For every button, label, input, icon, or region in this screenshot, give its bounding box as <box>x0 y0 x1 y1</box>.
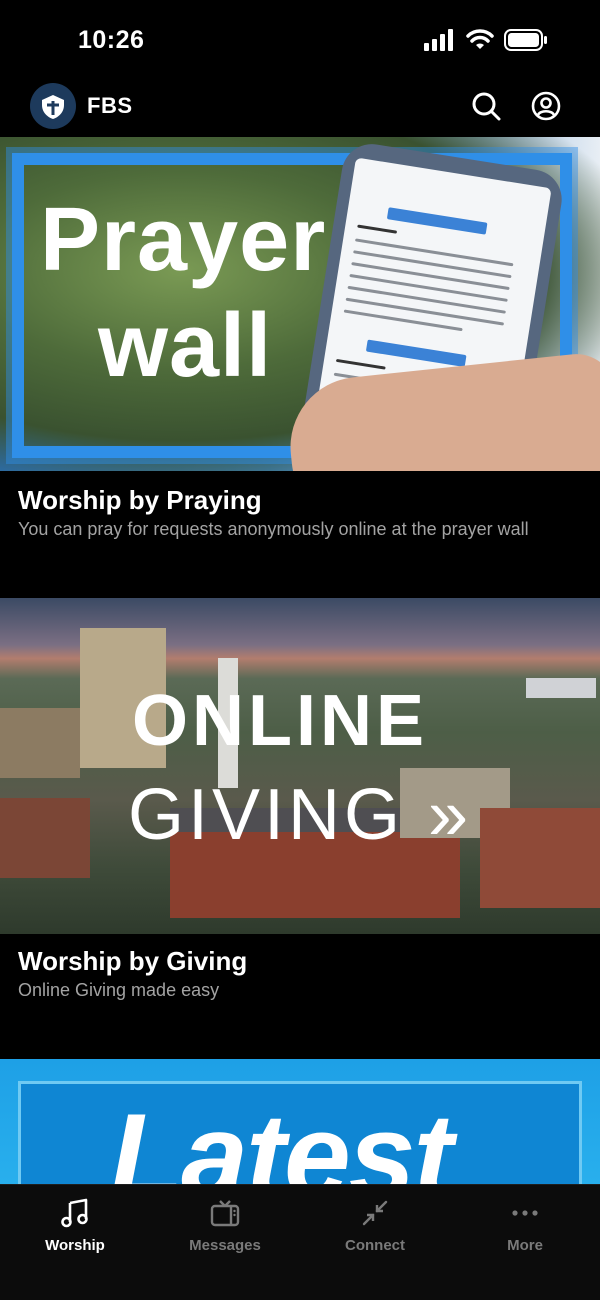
wifi-icon <box>466 29 494 49</box>
prayer-wall-text-line1: Prayer <box>40 190 327 290</box>
app-header: FBS <box>0 80 600 136</box>
latest-text: Latest <box>110 1089 453 1184</box>
tab-worship[interactable]: Worship <box>0 1185 150 1265</box>
card-worship-by-praying[interactable]: Prayer wall Worship by Praying You can p… <box>0 137 600 597</box>
status-time: 10:26 <box>78 26 145 54</box>
card-subtitle: Online Giving made easy <box>18 980 220 1000</box>
search-button[interactable] <box>470 90 502 122</box>
church-logo-icon[interactable] <box>30 83 76 129</box>
user-profile-icon <box>531 91 561 121</box>
card-latest[interactable]: Latest <box>0 1059 600 1184</box>
music-note-icon <box>61 1198 88 1228</box>
prayer-wall-image: Prayer wall <box>0 137 600 471</box>
tab-connect[interactable]: Connect <box>300 1185 450 1265</box>
giving-text-line1: ONLINE <box>132 681 429 761</box>
online-giving-image: ONLINE GIVING » <box>0 598 600 934</box>
profile-button[interactable] <box>530 90 562 122</box>
tv-icon <box>210 1200 240 1227</box>
battery-icon <box>504 29 547 51</box>
tab-label: Worship <box>45 1237 105 1254</box>
tab-label: Messages <box>189 1237 261 1254</box>
card-worship-by-giving[interactable]: ONLINE GIVING » Worship by Giving Online… <box>0 598 600 1058</box>
arrows-inward-icon <box>362 1200 388 1226</box>
cellular-signal-icon <box>424 29 453 51</box>
tab-label: Connect <box>345 1237 405 1254</box>
app-title: FBS <box>87 93 133 118</box>
prayer-wall-text-line2: wall <box>98 296 273 396</box>
card-title: Worship by Praying <box>18 485 262 515</box>
status-icons <box>424 29 548 51</box>
card-subtitle: You can pray for requests anonymously on… <box>18 519 529 539</box>
more-dots-icon <box>512 1210 538 1216</box>
tab-more[interactable]: More <box>450 1185 600 1265</box>
tab-messages[interactable]: Messages <box>150 1185 300 1265</box>
status-bar: 10:26 <box>0 0 600 80</box>
search-icon <box>472 92 501 121</box>
latest-image: Latest <box>0 1059 600 1184</box>
tab-label: More <box>507 1237 543 1254</box>
giving-text-line2: GIVING » <box>128 775 473 855</box>
tab-bar: Worship Messages Connect More <box>0 1184 600 1300</box>
card-title: Worship by Giving <box>18 946 248 976</box>
